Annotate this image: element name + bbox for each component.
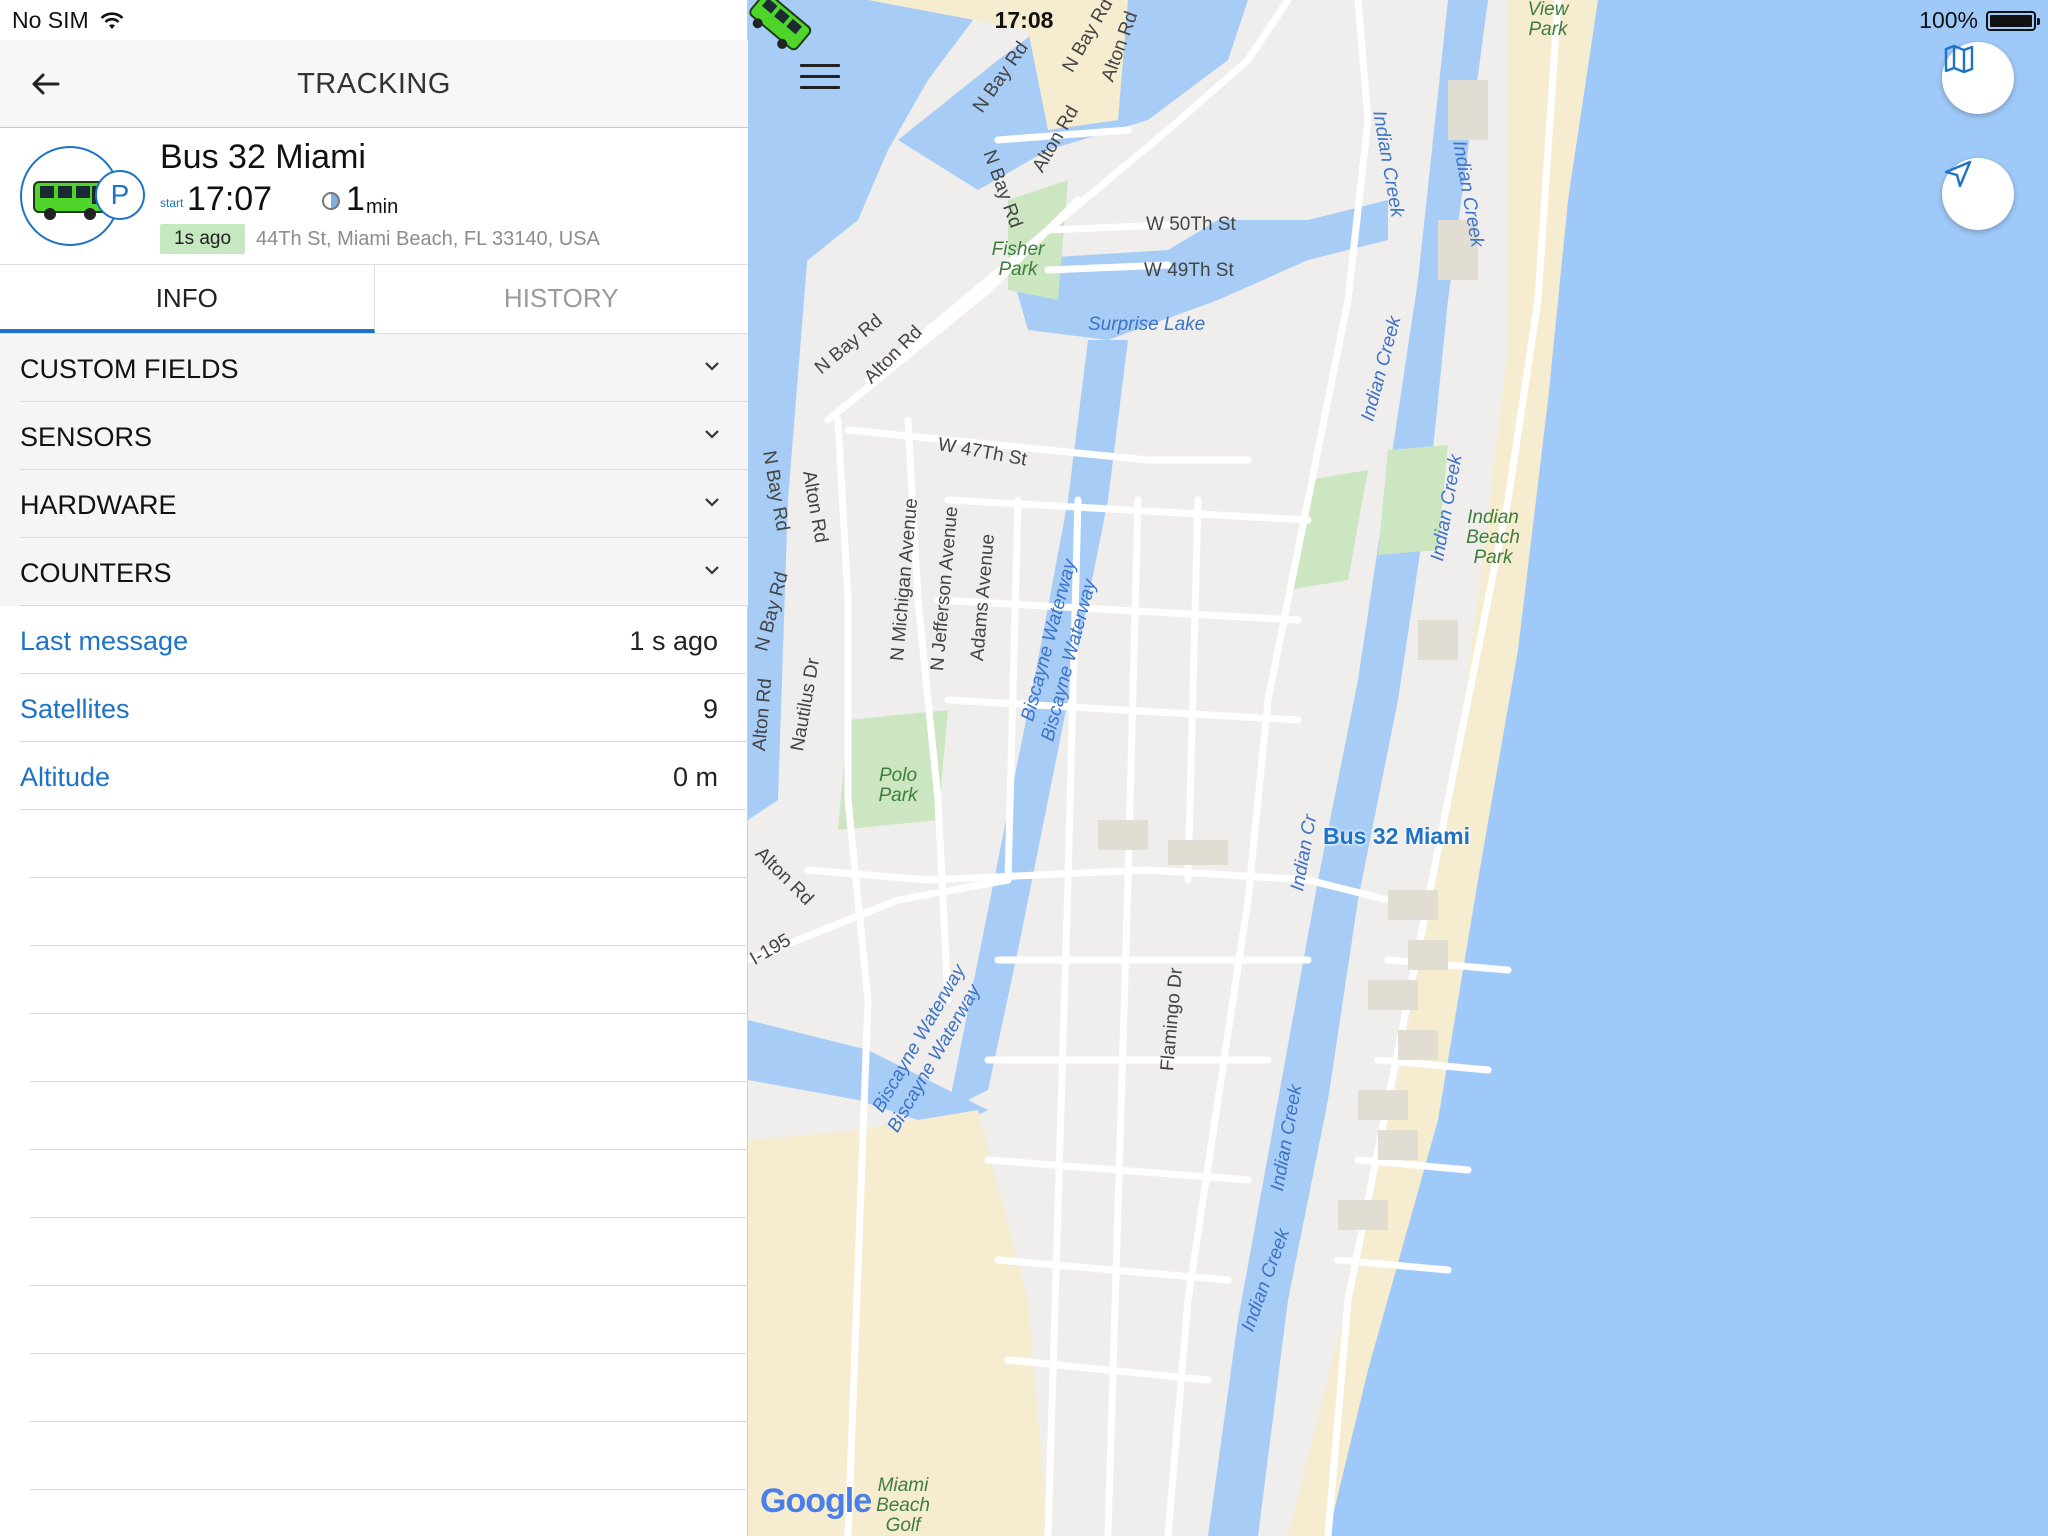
hamburger-line bbox=[800, 86, 840, 89]
map-canvas bbox=[748, 0, 2048, 1536]
row-satellites: Satellites 9 bbox=[20, 674, 748, 742]
tab-info[interactable]: INFO bbox=[0, 265, 375, 333]
chevron-down-icon bbox=[705, 362, 719, 371]
park-label: Fisher Park bbox=[991, 239, 1045, 280]
empty-row bbox=[30, 1354, 748, 1422]
unit-header: P Bus 32 Miami start 17:07 1 min 1s ago … bbox=[0, 128, 748, 264]
duration-unit: min bbox=[366, 196, 399, 218]
empty-row bbox=[30, 810, 748, 878]
section-hardware[interactable]: HARDWARE bbox=[20, 470, 748, 538]
info-rows: Last message 1 s ago Satellites 9 Altitu… bbox=[0, 606, 748, 810]
unit-name: Bus 32 Miami bbox=[160, 138, 366, 176]
hamburger-line bbox=[800, 75, 840, 78]
empty-list bbox=[30, 810, 748, 1490]
water-label: Surprise Lake bbox=[1088, 314, 1206, 335]
status-bar: No SIM 17:08 100% bbox=[0, 0, 2048, 40]
start-time: 17:07 bbox=[187, 180, 273, 218]
empty-row bbox=[30, 878, 748, 946]
street-label: W 49Th St bbox=[1144, 260, 1234, 281]
tab-bar: INFO HISTORY bbox=[0, 264, 748, 334]
chevron-down-icon bbox=[705, 498, 719, 507]
info-sections: CUSTOM FIELDS SENSORS HARDWARE COUNTERS bbox=[0, 334, 748, 606]
map-icon bbox=[1944, 44, 1974, 74]
chevron-down-icon bbox=[705, 430, 719, 439]
park-label: Indian Beach Park bbox=[1466, 507, 1520, 568]
empty-row bbox=[30, 1150, 748, 1218]
battery-icon bbox=[1986, 10, 2040, 31]
status-left: No SIM bbox=[12, 7, 125, 34]
tracking-panel: TRACKING P Bus 32 Miami start 17:07 1 mi… bbox=[0, 0, 748, 1536]
empty-row bbox=[30, 1218, 748, 1286]
wifi-icon bbox=[100, 11, 124, 29]
hamburger-line bbox=[800, 64, 840, 67]
section-label: SENSORS bbox=[20, 422, 153, 452]
menu-button[interactable] bbox=[800, 64, 840, 94]
google-wordmark: Google bbox=[760, 1482, 872, 1520]
row-label: Last message bbox=[20, 626, 189, 656]
empty-row bbox=[30, 946, 748, 1014]
row-last-message: Last message 1 s ago bbox=[20, 606, 748, 674]
status-time: 17:08 bbox=[994, 7, 1054, 33]
status-right: 100% bbox=[1919, 7, 2040, 34]
page-title: TRACKING bbox=[297, 68, 451, 100]
row-label: Altitude bbox=[20, 762, 111, 792]
location-arrow-icon bbox=[1944, 160, 1972, 188]
park-label: Polo Park bbox=[878, 765, 918, 806]
street-label: W 50Th St bbox=[1146, 214, 1236, 235]
row-label: Satellites bbox=[20, 694, 130, 724]
chevron-down-icon bbox=[705, 566, 719, 575]
map-view[interactable]: View Park Fisher Park Indian Beach Park … bbox=[748, 0, 2048, 1536]
map-layers-button[interactable] bbox=[1942, 42, 2014, 114]
my-location-button[interactable] bbox=[1942, 158, 2014, 230]
nav-bar: TRACKING bbox=[0, 40, 748, 128]
empty-row bbox=[30, 1422, 748, 1490]
section-custom-fields[interactable]: CUSTOM FIELDS bbox=[20, 334, 748, 402]
google-logo: Google bbox=[760, 1482, 872, 1521]
row-value: 0 m bbox=[672, 762, 718, 792]
park-label: Miami Beach Golf bbox=[876, 1475, 930, 1536]
unit-address: 44Th St, Miami Beach, FL 33140, USA bbox=[256, 228, 600, 250]
section-counters[interactable]: COUNTERS bbox=[20, 538, 748, 606]
empty-row bbox=[30, 1286, 748, 1354]
clock-icon bbox=[322, 192, 340, 210]
empty-row bbox=[30, 1014, 748, 1082]
duration-value: 1 bbox=[346, 180, 365, 218]
row-value: 1 s ago bbox=[629, 626, 718, 656]
battery-percent: 100% bbox=[1919, 7, 1978, 33]
bus-marker-label[interactable]: Bus 32 Miami bbox=[1323, 823, 1470, 850]
section-label: CUSTOM FIELDS bbox=[20, 354, 239, 384]
start-label: start bbox=[160, 196, 184, 210]
last-update-badge: 1s ago bbox=[160, 224, 246, 254]
row-altitude: Altitude 0 m bbox=[20, 742, 748, 810]
row-value: 9 bbox=[702, 694, 718, 724]
section-label: COUNTERS bbox=[20, 558, 172, 588]
parking-badge: P bbox=[95, 170, 145, 220]
tab-history[interactable]: HISTORY bbox=[375, 265, 749, 333]
section-sensors[interactable]: SENSORS bbox=[20, 402, 748, 470]
section-label: HARDWARE bbox=[20, 490, 177, 520]
carrier-label: No SIM bbox=[12, 7, 89, 33]
empty-row bbox=[30, 1082, 748, 1150]
